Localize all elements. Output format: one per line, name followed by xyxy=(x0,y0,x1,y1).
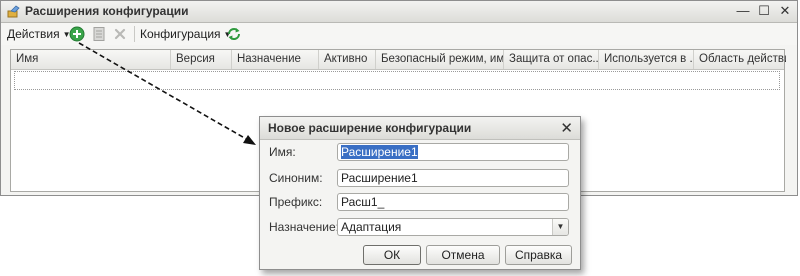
prefix-field-value: Расш1_ xyxy=(341,195,385,209)
refresh-icon[interactable] xyxy=(226,26,242,42)
synonym-field[interactable]: Расширение1 xyxy=(337,169,569,187)
purpose-select[interactable]: Адаптация ▼ xyxy=(337,218,569,236)
chevron-down-icon[interactable]: ▼ xyxy=(552,219,568,235)
help-button[interactable]: Справка xyxy=(505,245,572,265)
toolbar-separator xyxy=(134,26,135,42)
new-extension-dialog: Новое расширение конфигурации ✕ Имя: Рас… xyxy=(259,116,581,270)
column-header-protection[interactable]: Защита от опас... xyxy=(504,50,599,69)
add-circle-icon[interactable] xyxy=(69,26,85,42)
column-header-active[interactable]: Активно xyxy=(319,50,376,69)
column-header-name[interactable]: Имя xyxy=(11,50,171,69)
cancel-button[interactable]: Отмена xyxy=(426,245,500,265)
main-window-title: Расширения конфигурации xyxy=(25,4,189,18)
synonym-label: Синоним: xyxy=(269,171,323,185)
minimize-button[interactable]: — xyxy=(735,3,751,19)
actions-menu[interactable]: Действия ▼ xyxy=(7,26,71,42)
dialog-title-bar: Новое расширение конфигурации ✕ xyxy=(260,117,580,140)
configuration-menu-label: Конфигурация xyxy=(140,27,221,41)
maximize-button[interactable]: ☐ xyxy=(756,3,772,19)
column-header-scope[interactable]: Область действия xyxy=(694,50,786,69)
delete-icon[interactable] xyxy=(112,26,128,42)
configuration-menu[interactable]: Конфигурация ▼ xyxy=(140,26,231,42)
table-header: Имя Версия Назначение Активно Безопасный… xyxy=(11,50,786,70)
ok-button[interactable]: ОК xyxy=(363,245,421,265)
table-row[interactable] xyxy=(14,71,780,90)
synonym-field-value: Расширение1 xyxy=(341,171,418,185)
column-header-purpose[interactable]: Назначение xyxy=(232,50,319,69)
column-header-version[interactable]: Версия xyxy=(171,50,232,69)
name-label: Имя: xyxy=(269,145,296,159)
name-field-value: Расширение1 xyxy=(341,145,418,159)
actions-menu-label: Действия xyxy=(7,27,60,41)
column-header-safe-mode[interactable]: Безопасный режим, им... xyxy=(376,50,504,69)
document-icon[interactable] xyxy=(91,26,107,42)
dialog-close-icon[interactable]: ✕ xyxy=(560,119,573,137)
main-title-bar: Расширения конфигурации — ☐ ✕ xyxy=(1,1,797,23)
name-field[interactable]: Расширение1 xyxy=(337,143,569,161)
purpose-select-value: Адаптация xyxy=(341,220,402,234)
dialog-title: Новое расширение конфигурации xyxy=(268,121,472,135)
extensions-app-icon xyxy=(7,5,20,18)
close-window-button[interactable]: ✕ xyxy=(777,3,793,19)
purpose-label: Назначение: xyxy=(269,220,340,234)
toolbar: Действия ▼ Конфигурация ▼ xyxy=(1,23,797,45)
prefix-label: Префикс: xyxy=(269,195,323,209)
prefix-field[interactable]: Расш1_ xyxy=(337,193,569,211)
column-header-used-in[interactable]: Используется в ... xyxy=(599,50,694,69)
